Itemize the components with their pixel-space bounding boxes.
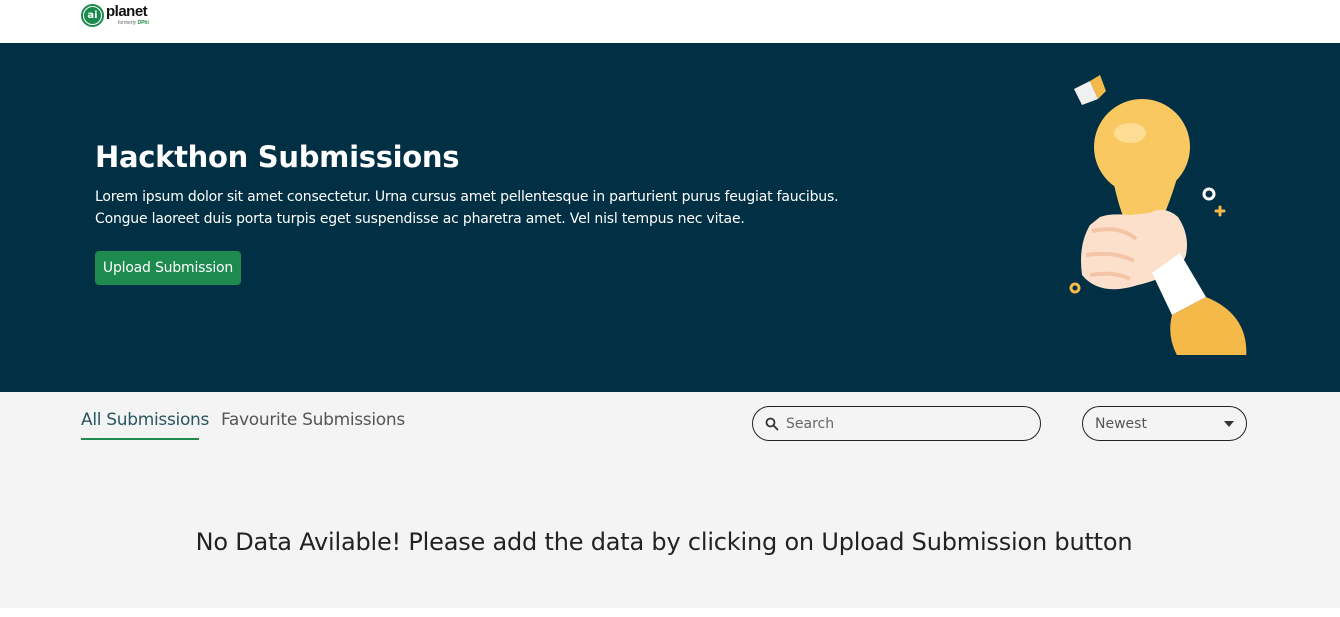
logo-text: planet formerly DPhi xyxy=(106,4,149,27)
tab-all-submissions[interactable]: All Submissions xyxy=(81,410,209,430)
chevron-down-icon xyxy=(1224,420,1234,427)
hero-banner: Hackthon Submissions Lorem ipsum dolor s… xyxy=(0,43,1340,392)
hand-holding-lightbulb-icon xyxy=(1069,75,1247,355)
empty-state-message: No Data Avilable! Please add the data by… xyxy=(195,528,1133,556)
sort-selected-value: Newest xyxy=(1095,415,1147,432)
search-input[interactable] xyxy=(786,415,1016,432)
page-title: Hackthon Submissions xyxy=(95,140,460,174)
sort-dropdown[interactable]: Newest xyxy=(1082,406,1247,441)
logo-mark-text: ai xyxy=(84,7,101,24)
search-icon xyxy=(765,417,779,430)
active-tab-indicator xyxy=(81,438,199,440)
top-navbar: ai planet formerly DPhi xyxy=(0,0,1340,43)
logo-sub-prefix: formerly xyxy=(118,20,138,26)
page-footer-space xyxy=(0,608,1340,617)
logo-name: planet xyxy=(106,3,148,20)
logo-sub-brand: DPhi xyxy=(137,20,149,26)
logo-subtitle: formerly DPhi xyxy=(118,20,149,27)
logo-mark-icon: ai xyxy=(81,4,104,27)
ai-planet-logo[interactable]: ai planet formerly DPhi xyxy=(81,4,149,27)
submissions-section: All Submissions Favourite Submissions Ne… xyxy=(0,392,1340,608)
hand-icon xyxy=(1081,209,1247,355)
search-box[interactable] xyxy=(752,406,1041,441)
hero-description: Lorem ipsum dolor sit amet consectetur. … xyxy=(95,189,839,227)
tab-favourite-submissions[interactable]: Favourite Submissions xyxy=(221,410,405,430)
upload-submission-button[interactable]: Upload Submission xyxy=(95,251,241,285)
